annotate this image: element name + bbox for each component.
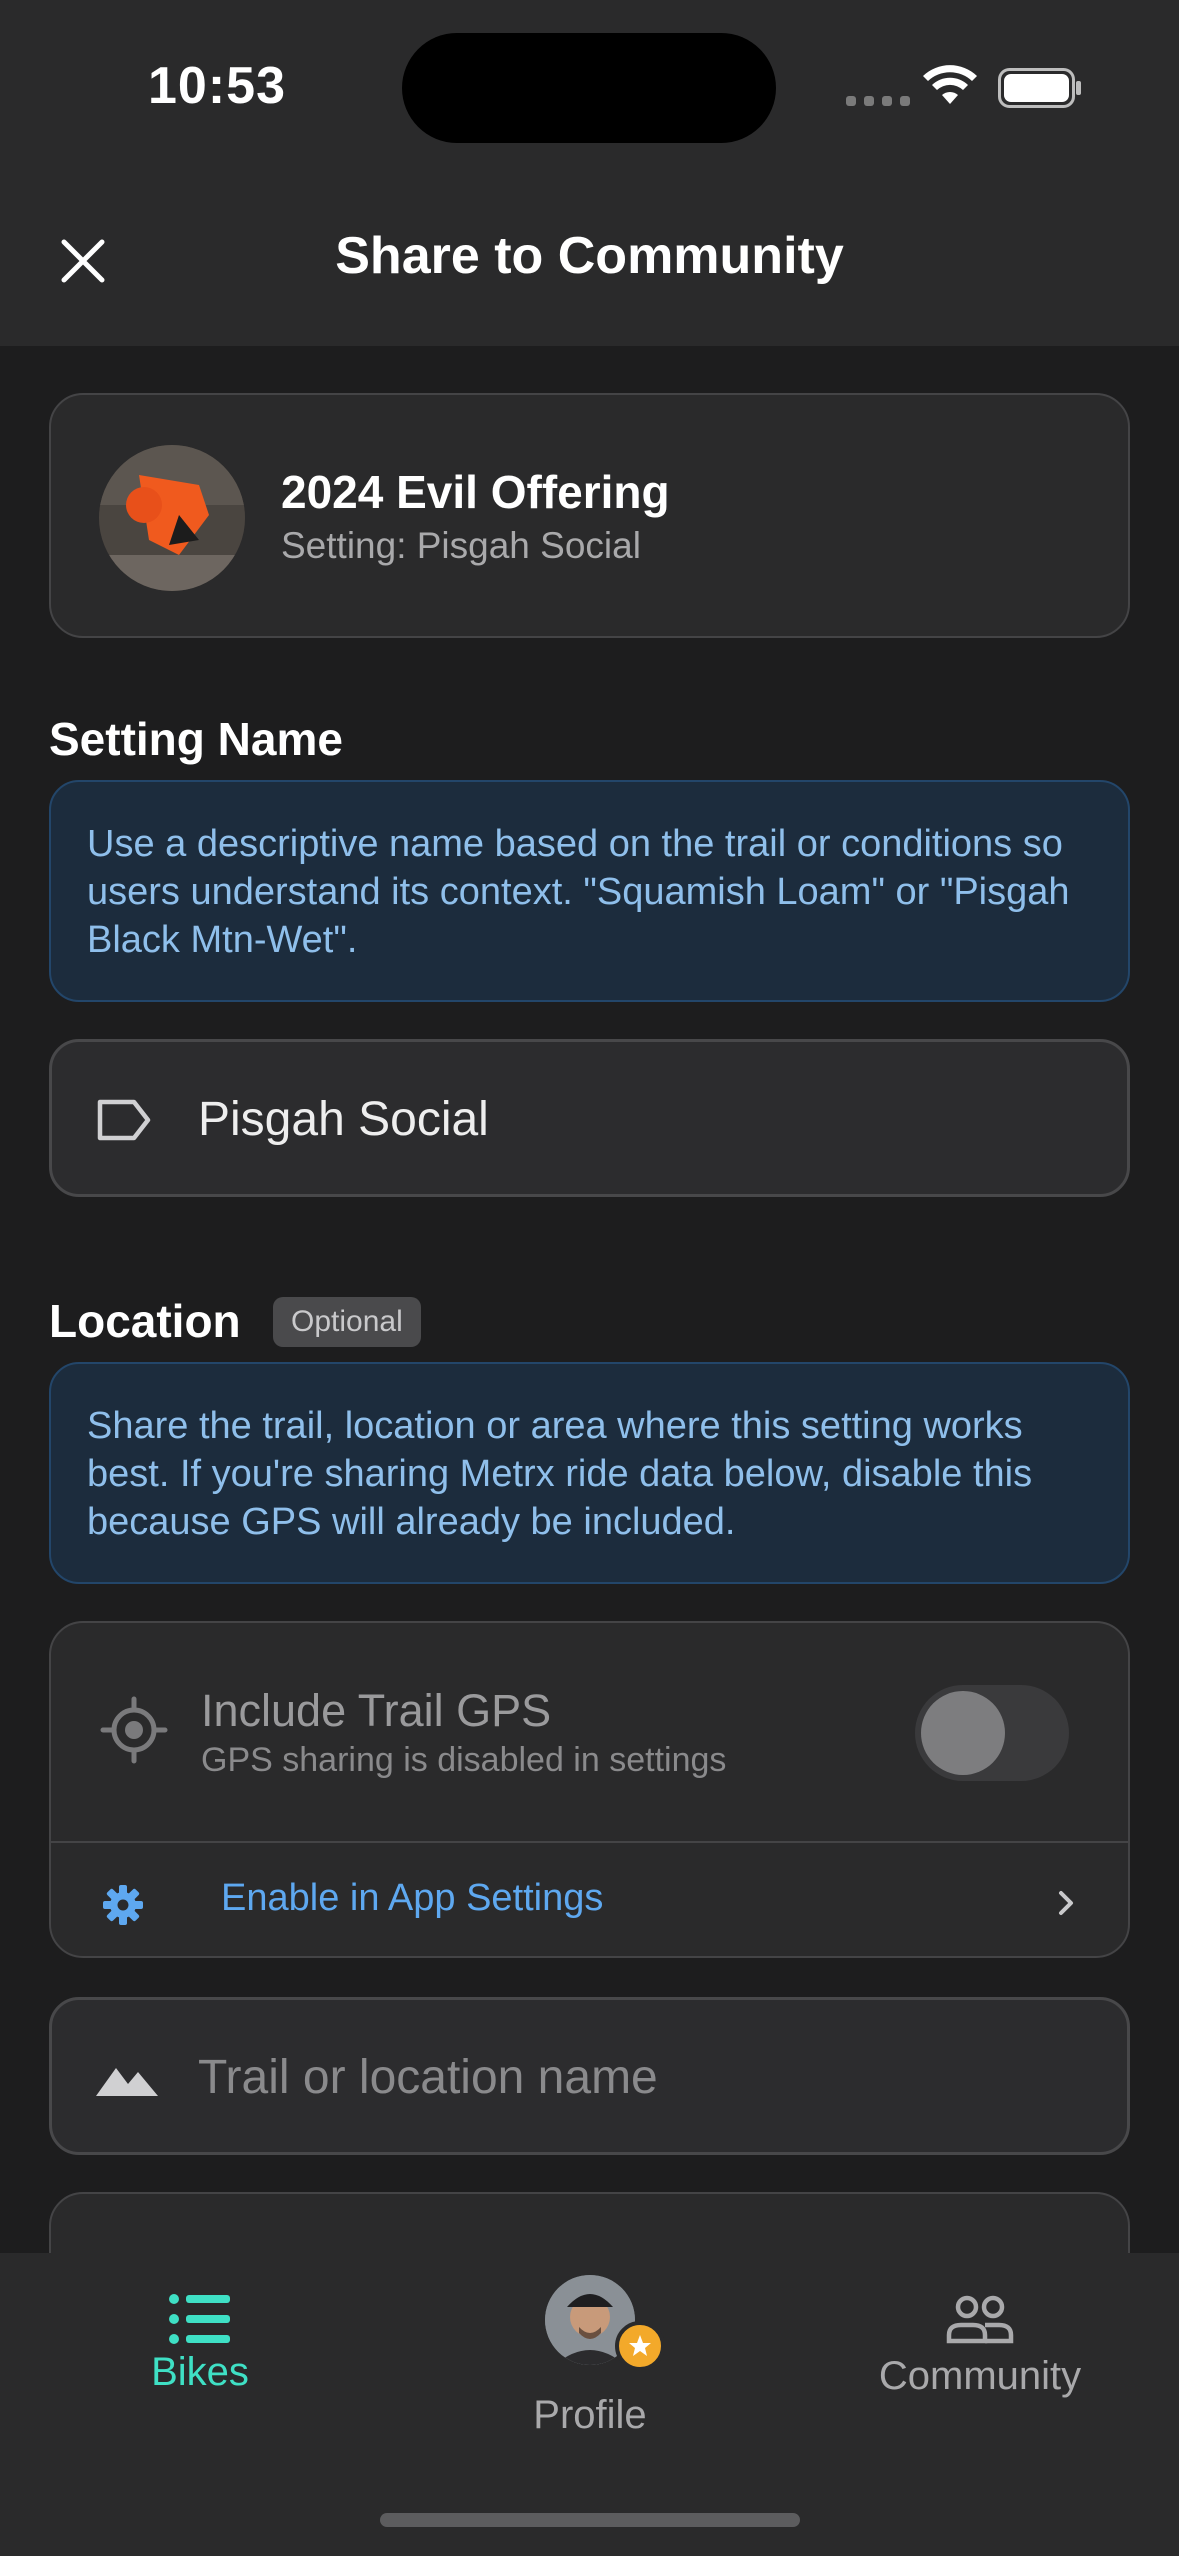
tab-community-label: Community: [878, 2354, 1082, 2398]
battery-icon: [998, 68, 1081, 108]
bike-photo: [99, 445, 245, 591]
wifi-icon: [923, 65, 977, 104]
home-indicator: [380, 2513, 800, 2527]
tab-bikes[interactable]: Bikes: [120, 2293, 280, 2395]
status-bar: 10:53: [0, 0, 1179, 176]
page-title: Share to Community: [335, 227, 844, 285]
bike-name: 2024 Evil Offering: [281, 466, 670, 518]
tab-bar: Bikes Profile Community: [0, 2253, 1179, 2556]
setting-name-field[interactable]: Pisgah Social: [49, 1039, 1130, 1197]
gps-icon: [100, 1696, 168, 1764]
tag-icon: [97, 1099, 151, 1141]
trail-location-field[interactable]: Trail or location name: [49, 1997, 1130, 2155]
avatar: [545, 2275, 665, 2371]
status-time: 10:53: [148, 57, 286, 115]
setting-name-value: Pisgah Social: [198, 1093, 489, 1146]
gps-title: Include Trail GPS: [201, 1685, 552, 1736]
mountain-icon: [96, 2068, 158, 2096]
list-icon: [169, 2294, 230, 2344]
header: Share to Community: [0, 176, 1179, 346]
toggle-knob: [921, 1691, 1005, 1775]
optional-badge: Optional: [273, 1297, 421, 1347]
community-icon: [946, 2295, 1014, 2344]
bike-card: 2024 Evil Offering Setting: Pisgah Socia…: [49, 393, 1130, 638]
dynamic-island: [402, 33, 776, 143]
location-label: Location: [49, 1295, 241, 1347]
gear-icon: [103, 1885, 143, 1925]
chevron-right-icon: [1059, 1891, 1073, 1915]
tab-profile[interactable]: Profile: [500, 2275, 680, 2438]
enable-settings-link[interactable]: Enable in App Settings: [101, 1863, 1081, 1943]
tab-community[interactable]: Community: [870, 2293, 1090, 2399]
gps-toggle[interactable]: [915, 1685, 1069, 1781]
bike-setting: Setting: Pisgah Social: [281, 525, 641, 566]
divider: [51, 1841, 1128, 1843]
gps-card: Include Trail GPS GPS sharing is disable…: [49, 1621, 1130, 1958]
tab-profile-label: Profile: [533, 2393, 647, 2437]
gps-subtitle: GPS sharing is disabled in settings: [201, 1741, 727, 1779]
star-badge: [615, 2321, 665, 2371]
enable-settings-label: Enable in App Settings: [221, 1877, 604, 1919]
tab-bikes-label: Bikes: [151, 2350, 249, 2394]
trail-location-placeholder: Trail or location name: [198, 2051, 658, 2104]
signal-icon: [846, 96, 910, 106]
setting-name-label: Setting Name: [49, 713, 343, 765]
location-info: Share the trail, location or area where …: [49, 1362, 1130, 1584]
star-icon: [629, 2335, 651, 2356]
setting-name-info: Use a descriptive name based on the trai…: [49, 780, 1130, 1002]
